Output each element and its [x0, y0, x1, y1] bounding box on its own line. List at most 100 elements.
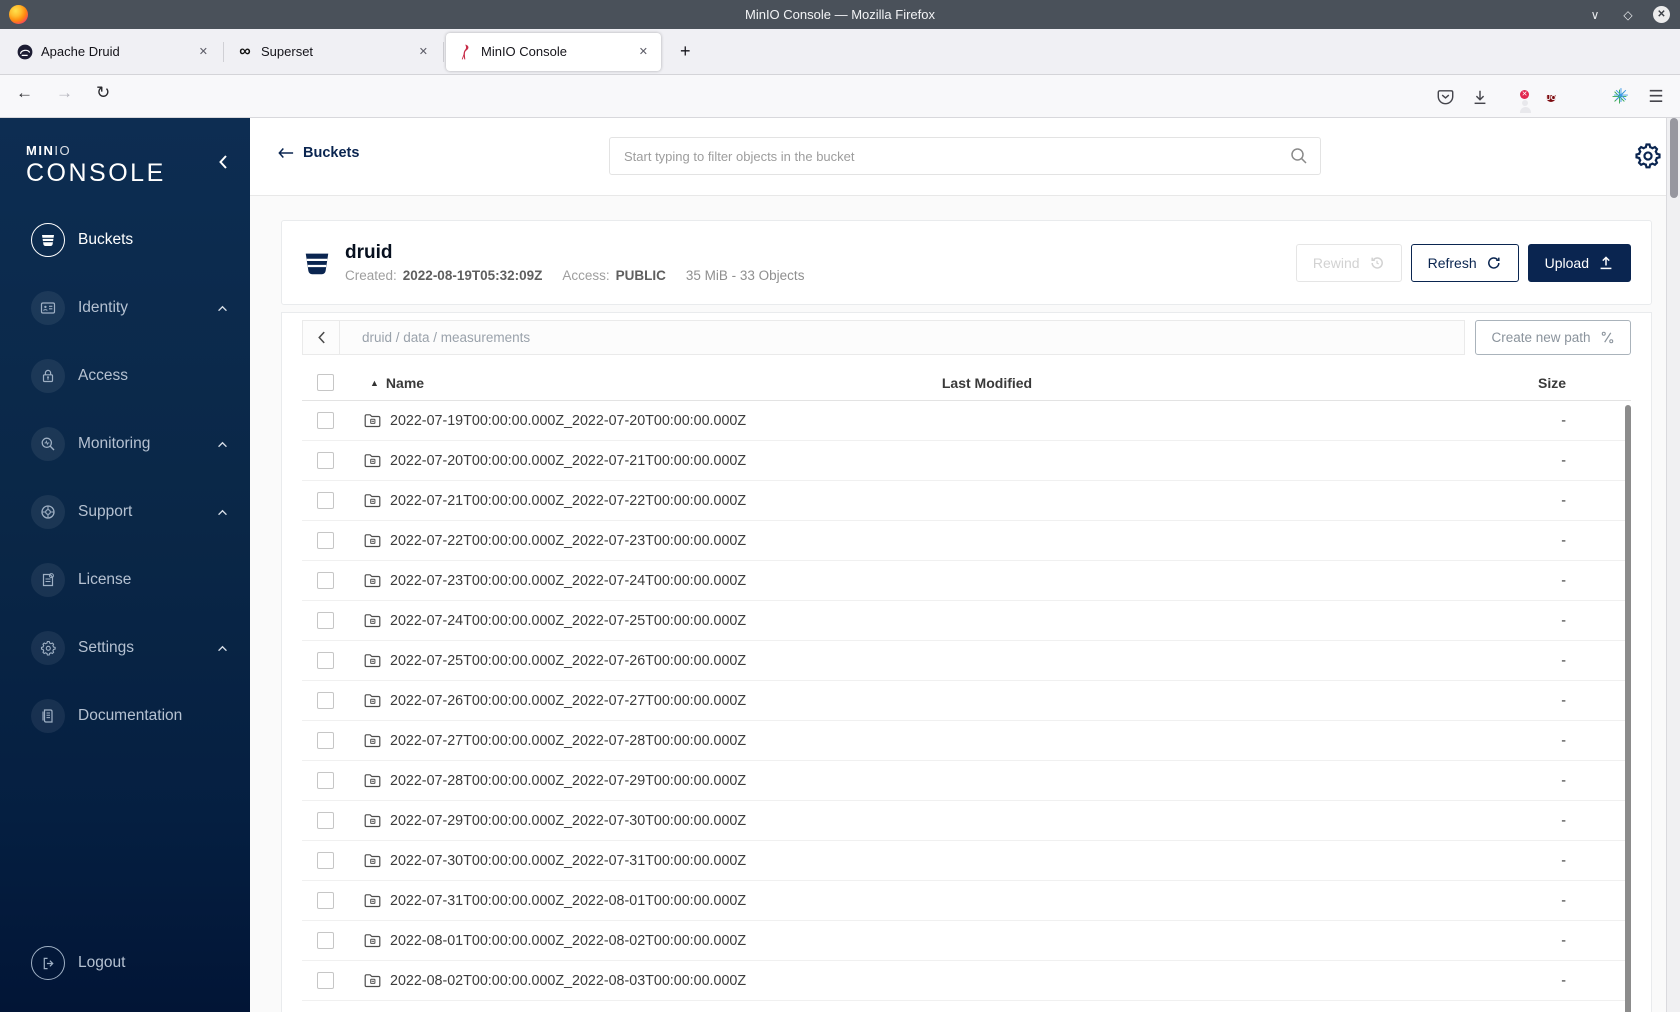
bucket-name: druid — [345, 241, 393, 263]
table-row[interactable]: 2022-08-02T00:00:00.000Z_2022-08-03T00:0… — [302, 961, 1631, 1001]
row-checkbox[interactable] — [317, 492, 334, 509]
refresh-button[interactable]: Refresh — [1410, 243, 1519, 282]
reload-button[interactable]: ↻ — [96, 83, 110, 103]
back-link-label: Buckets — [303, 145, 360, 161]
table-scrollbar-thumb[interactable] — [1625, 405, 1631, 1012]
sort-asc-icon[interactable]: ▲ — [370, 378, 379, 388]
row-checkbox[interactable] — [317, 612, 334, 629]
sidebar-item-logout[interactable]: Logout — [31, 946, 125, 980]
object-filter-search[interactable] — [609, 137, 1321, 175]
column-header-size[interactable]: Size — [1187, 375, 1631, 391]
forward-button[interactable]: → — [56, 83, 73, 103]
row-checkbox[interactable] — [317, 892, 334, 909]
folder-icon — [364, 654, 381, 668]
row-checkbox[interactable] — [317, 532, 334, 549]
row-checkbox[interactable] — [317, 932, 334, 949]
sidebar-item-buckets[interactable]: Buckets — [0, 206, 250, 274]
column-header-last-modified[interactable]: Last Modified — [787, 375, 1187, 391]
select-all-checkbox[interactable] — [317, 374, 334, 391]
new-tab-button[interactable]: + — [672, 41, 699, 62]
sidebar-item-documentation[interactable]: Documentation — [0, 682, 250, 750]
sidebar-item-identity[interactable]: Identity — [0, 274, 250, 342]
chevron-up-icon[interactable] — [217, 305, 228, 312]
table-row[interactable]: 2022-07-19T00:00:00.000Z_2022-07-20T00:0… — [302, 401, 1631, 441]
search-input[interactable] — [624, 148, 1290, 164]
sidebar-item-monitoring[interactable]: Monitoring — [0, 410, 250, 478]
breadcrumb[interactable]: druid / data / measurements — [340, 330, 530, 345]
page-scrollbar-thumb[interactable] — [1670, 118, 1678, 198]
ublock-origin-icon[interactable]: UO — [1541, 87, 1561, 107]
object-size: - — [1561, 892, 1566, 909]
table-row[interactable]: 2022-08-01T00:00:00.000Z_2022-08-02T00:0… — [302, 921, 1631, 961]
tab-close-icon[interactable]: ✕ — [414, 42, 433, 61]
tab-title: MinIO Console — [481, 44, 567, 59]
bucket-icon — [31, 223, 65, 257]
sidebar-item-settings[interactable]: Settings — [0, 614, 250, 682]
tab-superset[interactable]: ∞ Superset ✕ — [226, 33, 444, 71]
row-checkbox[interactable] — [317, 732, 334, 749]
folder-icon — [364, 774, 381, 788]
row-checkbox[interactable] — [317, 772, 334, 789]
table-row[interactable]: 2022-07-23T00:00:00.000Z_2022-07-24T00:0… — [302, 561, 1631, 601]
object-size: - — [1561, 972, 1566, 989]
table-header-row: ▲ Name Last Modified Size — [302, 365, 1631, 401]
hamburger-menu-icon[interactable]: ☰ — [1646, 87, 1666, 107]
page-scrollbar[interactable] — [1666, 118, 1680, 1012]
object-name: 2022-07-21T00:00:00.000Z_2022-07-22T00:0… — [390, 492, 747, 509]
column-header-name[interactable]: Name — [386, 375, 424, 391]
back-arrow-icon — [278, 148, 294, 158]
chevron-up-icon[interactable] — [217, 441, 228, 448]
row-checkbox[interactable] — [317, 652, 334, 669]
table-row[interactable]: 2022-07-29T00:00:00.000Z_2022-07-30T00:0… — [302, 801, 1631, 841]
sidebar-item-access[interactable]: Access — [0, 342, 250, 410]
tab-close-icon[interactable]: ✕ — [194, 42, 213, 61]
window-minimize-icon[interactable]: ∨ — [1587, 8, 1603, 22]
table-row[interactable]: 2022-07-20T00:00:00.000Z_2022-07-21T00:0… — [302, 441, 1631, 481]
folder-icon — [364, 974, 381, 988]
table-row[interactable]: 2022-07-24T00:00:00.000Z_2022-07-25T00:0… — [302, 601, 1631, 641]
tab-apache-druid[interactable]: Apache Druid ✕ — [6, 33, 224, 71]
row-checkbox[interactable] — [317, 972, 334, 989]
row-checkbox[interactable] — [317, 812, 334, 829]
row-checkbox[interactable] — [317, 412, 334, 429]
table-row[interactable]: 2022-07-26T00:00:00.000Z_2022-07-27T00:0… — [302, 681, 1631, 721]
table-row[interactable]: 2022-07-30T00:00:00.000Z_2022-07-31T00:0… — [302, 841, 1631, 881]
table-row[interactable]: 2022-07-25T00:00:00.000Z_2022-07-26T00:0… — [302, 641, 1631, 681]
sidebar-collapse-icon[interactable] — [218, 154, 228, 170]
row-checkbox[interactable] — [317, 692, 334, 709]
upload-button[interactable]: Upload — [1527, 243, 1631, 282]
download-icon[interactable] — [1471, 88, 1491, 106]
folder-icon — [364, 814, 381, 828]
row-checkbox[interactable] — [317, 852, 334, 869]
object-size: - — [1561, 652, 1566, 669]
multi-account-extension-icon[interactable]: ✳ — [1611, 86, 1631, 107]
license-icon — [31, 563, 65, 597]
back-button[interactable]: ← — [16, 83, 33, 103]
table-row[interactable]: 2022-07-28T00:00:00.000Z_2022-07-29T00:0… — [302, 761, 1631, 801]
row-checkbox[interactable] — [317, 572, 334, 589]
rewind-button[interactable]: Rewind — [1295, 243, 1402, 282]
table-row[interactable]: 2022-07-27T00:00:00.000Z_2022-07-28T00:0… — [302, 721, 1631, 761]
settings-gear-icon[interactable] — [1634, 142, 1662, 170]
chevron-up-icon[interactable] — [217, 509, 228, 516]
table-row[interactable]: 2022-07-22T00:00:00.000Z_2022-07-23T00:0… — [302, 521, 1631, 561]
chevron-up-icon[interactable] — [217, 645, 228, 652]
window-close-icon[interactable]: ✕ — [1653, 6, 1670, 23]
table-row[interactable]: 2022-07-21T00:00:00.000Z_2022-07-22T00:0… — [302, 481, 1631, 521]
object-name: 2022-07-20T00:00:00.000Z_2022-07-21T00:0… — [390, 452, 747, 469]
object-size: - — [1561, 812, 1566, 829]
sidebar-item-license[interactable]: License — [0, 546, 250, 614]
table-row[interactable]: 2022-07-31T00:00:00.000Z_2022-08-01T00:0… — [302, 881, 1631, 921]
pocket-icon[interactable] — [1436, 87, 1456, 106]
tab-minio-console[interactable]: MinIO Console ✕ — [446, 32, 661, 71]
object-name: 2022-08-02T00:00:00.000Z_2022-08-03T00:0… — [390, 972, 747, 989]
row-checkbox[interactable] — [317, 452, 334, 469]
tab-close-icon[interactable]: ✕ — [634, 42, 653, 61]
back-to-buckets-link[interactable]: Buckets — [278, 145, 359, 161]
monitoring-search-icon — [31, 427, 65, 461]
create-new-path-button[interactable]: Create new path — [1475, 320, 1631, 355]
object-size: - — [1561, 452, 1566, 469]
breadcrumb-back-icon[interactable] — [303, 321, 340, 354]
window-maximize-icon[interactable]: ◇ — [1620, 8, 1636, 22]
sidebar-item-support[interactable]: Support — [0, 478, 250, 546]
